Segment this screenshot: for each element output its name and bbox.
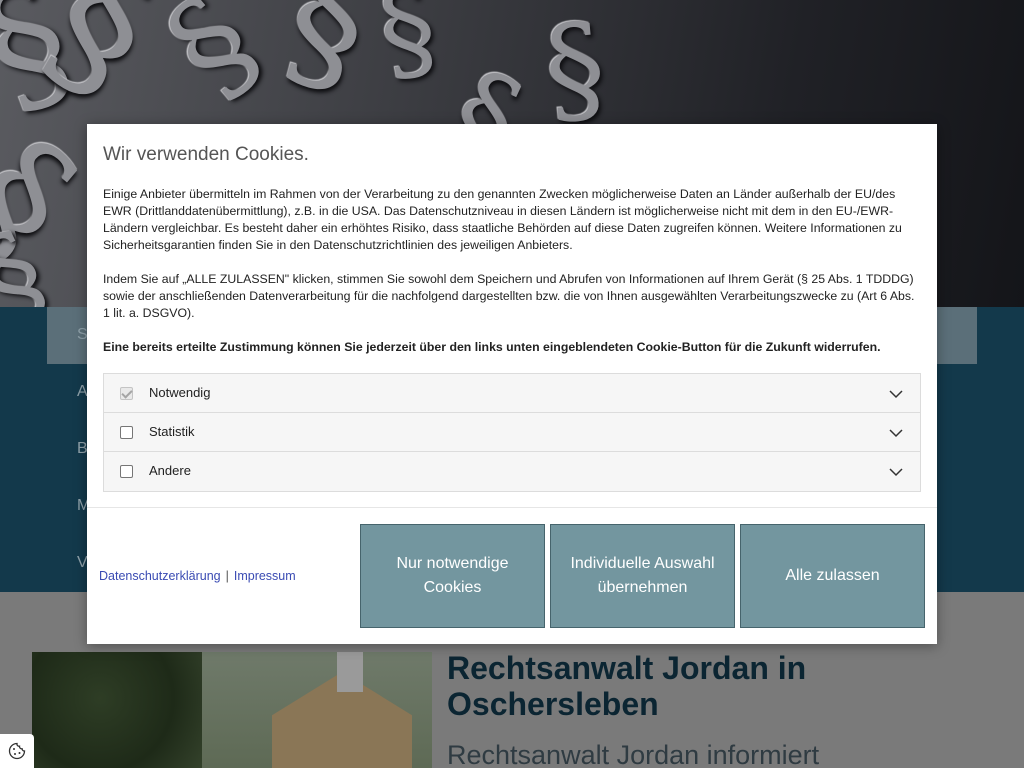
photo-tree [32, 652, 202, 768]
chevron-down-icon[interactable] [888, 464, 904, 480]
revocation-notice: Eine bereits erteilte Zustimmung können … [103, 340, 881, 354]
cookie-settings-button[interactable] [0, 734, 34, 768]
category-label: Statistik [149, 424, 195, 439]
page-title: Rechtsanwalt Jordan in Oschersleben [447, 650, 807, 722]
cookie-category-accordion: Notwendig Statistik Andere [103, 373, 921, 492]
paragraph-symbol-decoration: § [369, 0, 446, 98]
paragraph-symbol-decoration: § [138, 0, 287, 125]
third-country-notice: Einige Anbieter übermitteln im Rahmen vo… [103, 187, 902, 252]
accept-all-button[interactable]: Alle zulassen [740, 524, 925, 628]
page-subtitle: Rechtsanwalt Jordan informiert [447, 740, 820, 768]
category-label: Andere [149, 463, 191, 478]
privacy-policy-link[interactable]: Datenschutzerklärung [99, 569, 221, 583]
paragraph-symbol-decoration: § [539, 0, 611, 142]
category-row-andere[interactable]: Andere [104, 452, 920, 491]
photo-tower [337, 652, 363, 692]
dialog-title: Wir verwenden Cookies. [103, 144, 309, 165]
chevron-down-icon[interactable] [888, 425, 904, 441]
dialog-divider [87, 507, 937, 508]
checkbox-notwendig [120, 387, 133, 400]
cookie-consent-dialog: Wir verwenden Cookies. Einige Anbieter ü… [87, 124, 937, 644]
paragraph-symbol-decoration: § [268, 0, 387, 119]
category-label: Notwendig [149, 385, 211, 400]
category-row-statistik[interactable]: Statistik [104, 413, 920, 452]
checkbox-statistik[interactable] [120, 426, 133, 439]
checkbox-andere[interactable] [120, 465, 133, 478]
necessary-only-button[interactable]: Nur notwendige Cookies [360, 524, 545, 628]
imprint-link[interactable]: Impressum [234, 569, 296, 583]
dialog-footer-links: Datenschutzerklärung | Impressum [99, 569, 296, 583]
office-photo [32, 652, 432, 768]
category-row-notwendig[interactable]: Notwendig [104, 374, 920, 413]
chevron-down-icon[interactable] [888, 386, 904, 402]
cookie-icon [8, 742, 26, 760]
consent-notice: Indem Sie auf „ALLE ZULASSEN" klicken, s… [103, 272, 915, 320]
link-separator: | [225, 569, 229, 583]
custom-selection-button[interactable]: Individuelle Auswahl übernehmen [550, 524, 735, 628]
